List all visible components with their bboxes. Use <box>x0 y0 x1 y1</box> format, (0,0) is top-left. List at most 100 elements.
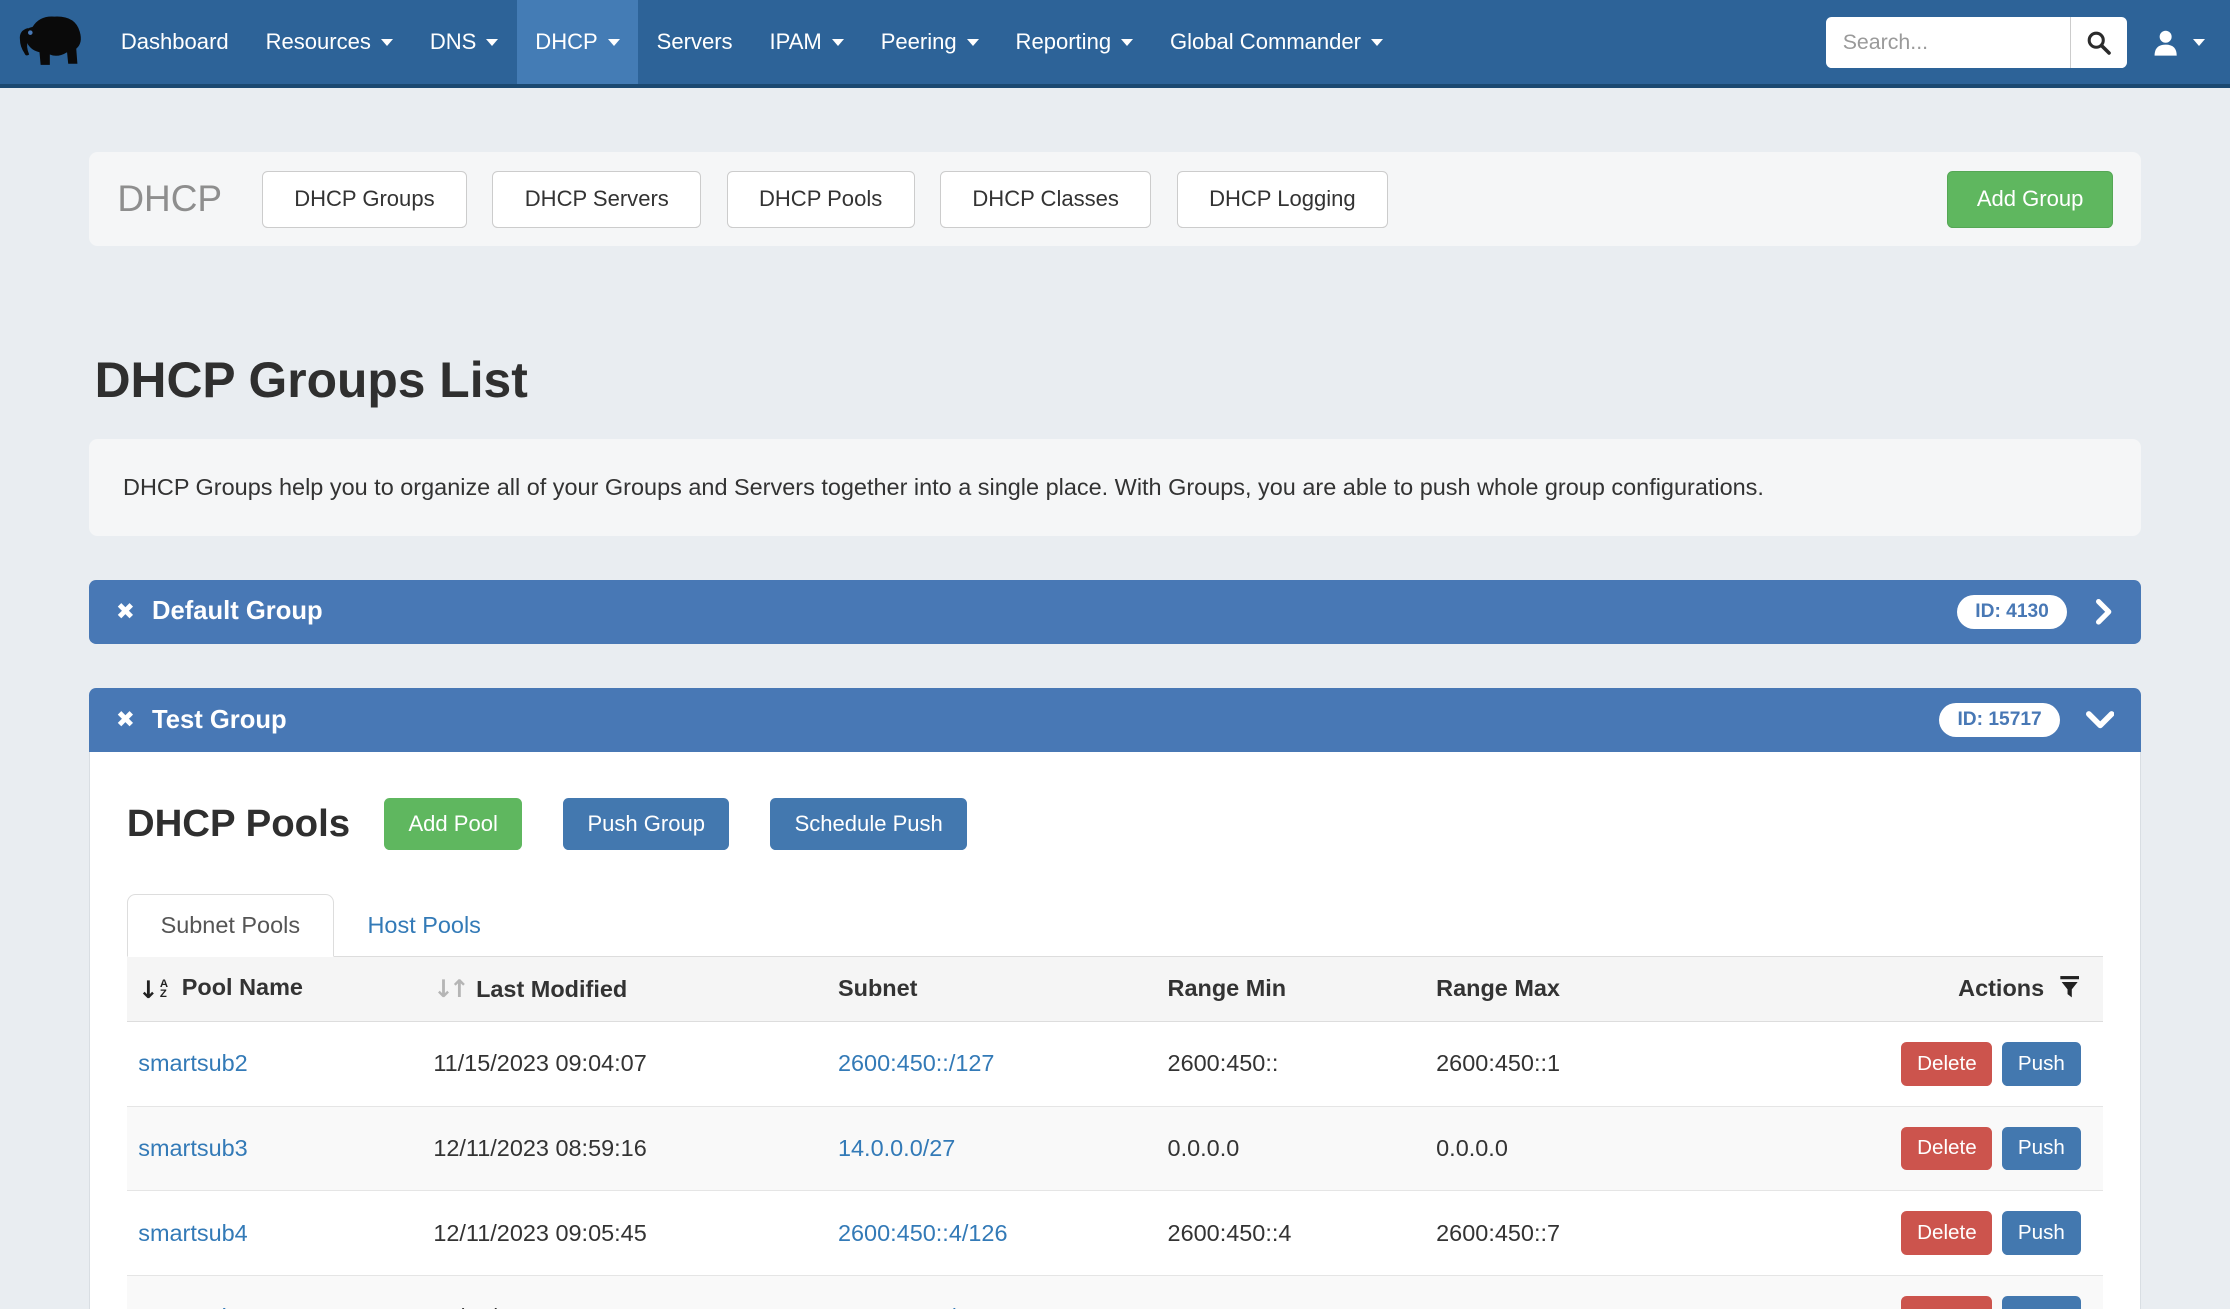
nav-item-servers[interactable]: Servers <box>638 0 751 84</box>
push-button[interactable]: Push <box>2002 1296 2080 1309</box>
tab-host-pools[interactable]: Host Pools <box>334 894 515 957</box>
dhcp-servers-button[interactable]: DHCP Servers <box>492 171 701 228</box>
range-max-cell: 0.0.0.0 <box>1425 1106 1890 1191</box>
nav-item-dns[interactable]: DNS <box>411 0 516 84</box>
push-button[interactable]: Push <box>2002 1042 2080 1086</box>
nav-item-ipam[interactable]: IPAM <box>751 0 862 84</box>
subnet-link[interactable]: 2600:450::/127 <box>838 1050 995 1076</box>
user-menu[interactable] <box>2150 27 2205 58</box>
group-bar-test-group[interactable]: ✖ Test Group ID: 15717 <box>89 688 2141 752</box>
nav-item-reporting[interactable]: Reporting <box>997 0 1151 84</box>
section-label: DHCP <box>117 178 222 220</box>
column-label: Pool Name <box>182 974 303 1000</box>
delete-button[interactable]: Delete <box>1901 1296 1992 1309</box>
nav-label: Peering <box>881 29 957 55</box>
sort-icon: ↓↑ <box>433 975 465 1003</box>
column-header-pool-name[interactable]: ↓AZ Pool Name <box>127 957 422 1021</box>
push-group-button[interactable]: Push Group <box>563 798 729 851</box>
nav-label: Reporting <box>1016 29 1112 55</box>
column-header-range-min: Range Min <box>1156 957 1425 1021</box>
chevron-right-icon[interactable] <box>2093 599 2114 625</box>
chevron-down-icon <box>2193 39 2205 46</box>
dhcp-groups-button[interactable]: DHCP Groups <box>262 171 467 228</box>
last-modified-cell: 11/15/2023 09:33:29 <box>422 1276 827 1309</box>
column-header-actions: Actions <box>1890 957 2103 1021</box>
range-min-cell: 0.0.0.0 <box>1156 1106 1425 1191</box>
mammoth-logo[interactable] <box>0 0 102 84</box>
nav-item-global-commander[interactable]: Global Commander <box>1152 0 1402 84</box>
navbar-right <box>1826 17 2205 68</box>
group-id-badge: ID: 15717 <box>1939 703 2060 736</box>
push-button[interactable]: Push <box>2002 1211 2080 1255</box>
dhcp-classes-button[interactable]: DHCP Classes <box>940 171 1151 228</box>
pools-tabs: Subnet Pools Host Pools <box>127 894 2103 957</box>
top-navbar: Dashboard Resources DNS DHCP Servers IPA… <box>0 0 2230 88</box>
push-button[interactable]: Push <box>2002 1127 2080 1171</box>
add-group-button[interactable]: Add Group <box>1947 171 2112 228</box>
column-label: Actions <box>1958 975 2044 1001</box>
chevron-down-icon <box>486 39 498 46</box>
group-title: Test Group <box>152 706 287 735</box>
table-row: smartsub5 11/15/2023 09:33:29 172.16.3.0… <box>127 1276 2103 1309</box>
last-modified-cell: 12/11/2023 08:59:16 <box>422 1106 827 1191</box>
nav-item-dhcp[interactable]: DHCP <box>517 0 638 84</box>
user-icon <box>2150 27 2181 58</box>
delete-button[interactable]: Delete <box>1901 1211 1992 1255</box>
nav-item-resources[interactable]: Resources <box>247 0 411 84</box>
nav-label: Global Commander <box>1170 29 1361 55</box>
nav-label: Dashboard <box>121 29 229 55</box>
range-min-cell: 172.16.3.0 <box>1156 1276 1425 1309</box>
chevron-down-icon[interactable] <box>2086 709 2114 730</box>
search-group <box>1826 17 2128 68</box>
column-label: Range Min <box>1168 975 1287 1001</box>
column-header-last-modified[interactable]: ↓↑ Last Modified <box>422 957 827 1021</box>
pool-name-link[interactable]: smartsub3 <box>138 1135 248 1161</box>
chevron-down-icon <box>381 39 393 46</box>
tab-subnet-pools[interactable]: Subnet Pools <box>127 894 334 957</box>
test-group-panel: DHCP Pools Add Pool Push Group Schedule … <box>89 752 2141 1309</box>
chevron-down-icon <box>608 39 620 46</box>
column-label: Last Modified <box>476 976 627 1002</box>
nav-label: DNS <box>430 29 477 55</box>
column-label: Range Max <box>1436 975 1560 1001</box>
close-icon[interactable]: ✖ <box>116 707 135 733</box>
search-button[interactable] <box>2070 17 2127 68</box>
search-input[interactable] <box>1826 17 2071 68</box>
pool-name-link[interactable]: smartsub4 <box>138 1220 248 1246</box>
schedule-push-button[interactable]: Schedule Push <box>770 798 967 851</box>
delete-button[interactable]: Delete <box>1901 1127 1992 1171</box>
chevron-down-icon <box>1121 39 1133 46</box>
page: Dashboard Resources DNS DHCP Servers IPA… <box>0 0 2230 1309</box>
page-description-text: DHCP Groups help you to organize all of … <box>123 474 1764 501</box>
dhcp-pools-button[interactable]: DHCP Pools <box>727 171 915 228</box>
nav-item-peering[interactable]: Peering <box>862 0 997 84</box>
pools-table: ↓AZ Pool Name ↓↑ Last Modified Subnet Ra… <box>127 957 2103 1309</box>
nav-label: DHCP <box>535 29 597 55</box>
subnet-link[interactable]: 2600:450::4/126 <box>838 1220 1008 1246</box>
table-header-row: ↓AZ Pool Name ↓↑ Last Modified Subnet Ra… <box>127 957 2103 1021</box>
pool-name-link[interactable]: smartsub2 <box>138 1050 248 1076</box>
subnet-link[interactable]: 14.0.0.0/27 <box>838 1135 955 1161</box>
page-description: DHCP Groups help you to organize all of … <box>89 439 2141 536</box>
mammoth-logo-icon <box>14 12 88 72</box>
nav-item-dashboard[interactable]: Dashboard <box>102 0 247 84</box>
dhcp-toolbar: DHCP DHCP Groups DHCP Servers DHCP Pools… <box>89 152 2141 246</box>
table-row: smartsub4 12/11/2023 09:05:45 2600:450::… <box>127 1191 2103 1276</box>
column-header-range-max: Range Max <box>1425 957 1890 1021</box>
group-id-badge: ID: 4130 <box>1957 595 2068 628</box>
nav-label: Resources <box>266 29 371 55</box>
search-icon <box>2086 30 2112 56</box>
group-bar-default-group[interactable]: ✖ Default Group ID: 4130 <box>89 580 2141 644</box>
table-row: smartsub3 12/11/2023 08:59:16 14.0.0.0/2… <box>127 1106 2103 1191</box>
dhcp-logging-button[interactable]: DHCP Logging <box>1177 171 1388 228</box>
group-title: Default Group <box>152 597 323 626</box>
add-pool-button[interactable]: Add Pool <box>384 798 522 851</box>
range-max-cell: 2600:450::7 <box>1425 1191 1890 1276</box>
table-row: smartsub2 11/15/2023 09:04:07 2600:450::… <box>127 1021 2103 1106</box>
filter-icon[interactable] <box>2059 976 2080 999</box>
page-title: DHCP Groups List <box>95 351 2142 409</box>
chevron-down-icon <box>967 39 979 46</box>
delete-button[interactable]: Delete <box>1901 1042 1992 1086</box>
close-icon[interactable]: ✖ <box>116 599 135 625</box>
chevron-down-icon <box>1371 39 1383 46</box>
